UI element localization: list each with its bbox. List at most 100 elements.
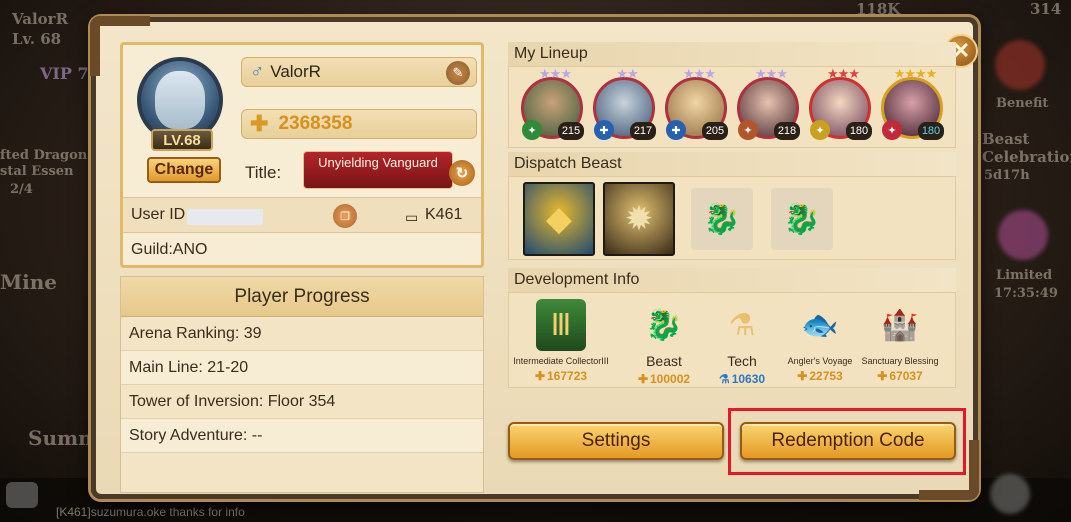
settings-button[interactable]: Settings [508,422,724,460]
dev-beast-value: ✚ 100002 [637,372,691,386]
change-title-button[interactable]: ↻ [449,160,475,186]
bg-helmet-icon [990,474,1030,514]
power-value: 2368358 [278,113,353,134]
copy-icon: ❐ [340,210,350,223]
dragon-placeholder-icon: 🐉 [703,202,741,236]
player-name: ValorR [270,62,321,81]
server-icon: ▭ [405,209,419,225]
hero-stars: ★★★★ [893,66,938,81]
bg-limited: Limited [996,268,1053,283]
empty-beast-slot[interactable]: 🐉 [691,188,753,250]
chat-icon [6,482,38,508]
bg-beast-timer: 5d17h [984,168,1030,183]
hero-slot[interactable]: ★★★ ✚ 205 [665,66,728,140]
bg-beast-celebration: Beast Celebration [982,130,1071,166]
hero-class-icon: ✚ [666,120,686,140]
power-icon: ✚ [637,372,648,386]
bg-event-1: fted Dragon [0,148,88,163]
dev-sanctuary-blessing-value: ✚ 67037 [877,369,923,383]
bg-event-3: 2/4 [10,182,33,197]
refresh-icon: ↻ [455,165,469,182]
server-id: K461 [425,206,463,223]
hero-level: 180 [918,122,944,140]
dev-beast[interactable]: 🐉 Beast ✚ 100002 [619,299,709,387]
empty-beast-slot[interactable]: 🐉 [771,188,833,250]
power-icon: ✚ [877,369,888,383]
dev-sanctuary-blessing[interactable]: 🏰 Sanctuary Blessing ✚ 67037 [855,299,945,384]
dev-tech[interactable]: ⚗ Tech ⚗ 10630 [697,299,787,387]
title-label: Title: [245,163,282,182]
hero-slot[interactable]: ★★★ ✦ 218 [737,66,800,140]
hero-class-icon: ✦ [738,120,758,140]
title-value: Unyielding Vanguard [318,155,438,170]
dev-sanctuary-blessing-label: Sanctuary Blessing [861,356,939,366]
bg-player-name: ValorR [12,10,69,28]
dispatch-beast-section: ◆ ✹ 🐉 🐉 [508,176,956,260]
hero-stars: ★★★ [539,66,572,81]
change-avatar-button[interactable]: Change [147,157,221,183]
bg-limited-timer: 17:35:49 [994,286,1058,301]
dev-tech-label: Tech [727,353,757,369]
sanctuary-emblem-icon: 🏰 [881,308,919,342]
hero-slot[interactable]: ★★ ✚ 217 [593,66,656,140]
dev-collector[interactable]: Ⅲ Intermediate CollectorIII ✚ 167723 [511,299,611,383]
hero-class-icon: ✦ [522,120,542,140]
player-name-field: ♂ ValorR ✎ [241,57,477,87]
avatar-portrait [155,71,205,129]
bg-gold: 118K [856,0,901,18]
copy-id-button[interactable]: ❐ [333,204,357,228]
level-badge: LV.68 [151,129,213,151]
dev-beast-label: Beast [646,353,682,369]
hero-slot[interactable]: ★★★ ✦ 180 [809,66,872,140]
redemption-highlight-box [728,408,966,475]
hero-stars: ★★★ [683,66,716,81]
hero-slot[interactable]: ★★★ ✦ 215 [521,66,584,140]
beast-slot[interactable]: ✹ [603,182,675,256]
power-icon: ✚ [797,369,808,383]
progress-row: Main Line: 21-20 [121,351,483,385]
development-info-header: Development Info [508,268,956,292]
title-banner[interactable]: Unyielding Vanguard [303,151,453,189]
dev-anglers-voyage[interactable]: 🐟 Angler's Voyage ✚ 22753 [775,299,865,384]
beast-slot[interactable]: ◆ [523,182,595,256]
bg-event-2: stal Essen [0,164,74,179]
hero-stars: ★★★ [827,66,860,81]
dev-anglers-voyage-label: Angler's Voyage [787,356,853,366]
fish-emblem-icon: 🐟 [801,308,839,342]
power-field: ✚ 2368358 [241,109,477,139]
dev-collector-label: Intermediate CollectorIII [513,356,609,366]
pencil-icon: ✎ [452,65,464,80]
hero-level: 217 [630,122,656,140]
bg-benefit: Benefit [996,96,1049,111]
bg-chat-message: [K461]suzumura.oke thanks for info [56,505,245,519]
player-progress-header: Player Progress [121,277,483,317]
tech-emblem-icon: ⚗ [728,308,756,342]
bg-gift-icon [995,40,1045,90]
hero-stars: ★★★ [755,66,788,81]
bg-vip: VIP 7 [40,64,89,83]
hero-stars: ★★ [616,66,638,81]
hero-class-icon: ✦ [810,120,830,140]
hero-level: 180 [846,122,872,140]
hero-slot[interactable]: ★★★★ ✦ 180 [881,66,944,140]
bg-mine: Mine [0,270,58,294]
hero-level: 218 [774,122,800,140]
dev-collector-value: ✚ 167723 [534,369,588,383]
power-icon: ✚ [250,111,269,136]
user-id-label: User ID [131,206,186,223]
profile-card: LV.68 Change ♂ ValorR ✎ ✚ 2368358 Title:… [120,42,484,268]
bg-player-level: Lv. 68 [12,30,62,48]
beast-portrait-icon: ✹ [624,200,654,238]
bg-summon: Summ [28,426,100,450]
edit-name-button[interactable]: ✎ [446,61,470,85]
dev-tech-value: ⚗ 10630 [718,372,766,386]
progress-row: Story Adventure: -- [121,419,483,453]
beast-portrait-icon: ◆ [545,200,573,238]
flask-icon: ⚗ [718,372,730,386]
user-id-value-redacted [187,209,263,225]
bg-gems: 314 [1030,0,1062,18]
hero-level: 215 [558,122,584,140]
lineup-header: My Lineup [508,42,956,66]
dev-anglers-voyage-value: ✚ 22753 [797,369,843,383]
male-icon: ♂ [250,61,265,82]
